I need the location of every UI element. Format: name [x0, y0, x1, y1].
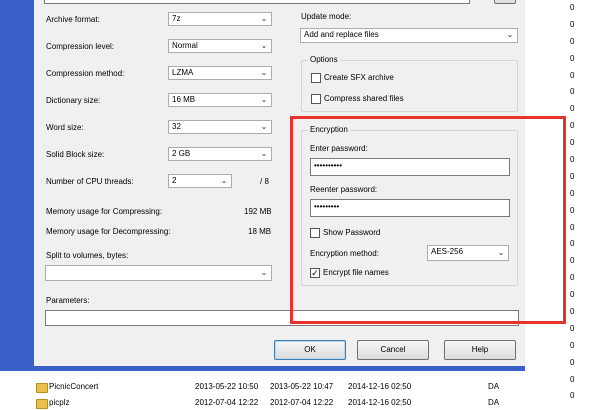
chevron-down-icon: ⌄: [260, 149, 268, 158]
file-modified: 2013-05-22 10:50: [195, 382, 259, 391]
archive-path-field[interactable]: [44, 0, 470, 4]
word-size-select[interactable]: 32 ⌄: [168, 120, 272, 134]
create-sfx-checkbox[interactable]: [311, 73, 321, 83]
size-cell: 0: [570, 70, 575, 80]
size-cell: 0: [570, 188, 575, 198]
size-cell: 0: [570, 104, 575, 114]
chevron-down-icon: ⌄: [260, 268, 268, 277]
solid-block-size-value: 2 GB: [172, 149, 191, 158]
file-name: picplz: [49, 398, 70, 407]
mem-decompress-label: Memory usage for Decompressing:: [46, 227, 171, 236]
size-cell: 0: [570, 391, 575, 401]
word-size-label: Word size:: [46, 123, 84, 132]
mem-decompress-value: 18 MB: [248, 227, 272, 236]
chevron-down-icon: ⌄: [506, 30, 514, 39]
help-button[interactable]: Help: [444, 340, 516, 360]
options-title: Options: [308, 55, 340, 65]
chevron-down-icon: ⌄: [260, 68, 268, 77]
folder-icon: [36, 383, 48, 393]
size-cell: 0: [570, 138, 575, 148]
update-mode-select[interactable]: Add and replace files ⌄: [300, 28, 518, 43]
size-cell: 0: [570, 36, 575, 46]
chevron-down-icon: ⌄: [260, 41, 268, 50]
cpu-threads-label: Number of CPU threads:: [46, 177, 134, 186]
dictionary-size-select[interactable]: 16 MB ⌄: [168, 93, 272, 107]
file-created: 2013-05-22 10:47: [270, 382, 334, 391]
update-mode-value: Add and replace files: [304, 30, 379, 39]
size-cell: 0: [570, 121, 575, 131]
compression-level-select[interactable]: Normal ⌄: [168, 39, 272, 53]
ok-button[interactable]: OK: [274, 340, 346, 360]
chevron-down-icon: ⌄: [260, 122, 268, 131]
size-cell: 0: [570, 374, 575, 384]
chevron-down-icon: ⌄: [220, 176, 228, 185]
file-modified: 2012-07-04 12:22: [195, 398, 259, 407]
compress-shared-checkbox[interactable]: [311, 94, 321, 104]
size-cell: 0: [570, 155, 575, 165]
archive-format-select[interactable]: 7z ⌄: [168, 12, 272, 26]
size-cell: 0: [570, 239, 575, 249]
mem-compress-value: 192 MB: [244, 207, 272, 216]
size-cell: 0: [570, 3, 575, 12]
dictionary-size-value: 16 MB: [172, 95, 196, 104]
encryption-highlight-box: [290, 116, 566, 324]
compression-method-label: Compression method:: [46, 69, 125, 78]
size-cell: 0: [570, 53, 575, 63]
archive-format-label: Archive format:: [46, 15, 100, 24]
cpu-threads-value: 2: [172, 176, 177, 185]
size-column: 0 0 0 0 0 0 0 0 0 0 0 0 0 0 0 0 0 0 0 0 0 0 0 0: [570, 0, 592, 405]
chevron-down-icon: ⌄: [260, 14, 268, 23]
size-cell: 0: [570, 340, 575, 350]
size-cell: 0: [570, 205, 575, 215]
parameters-label: Parameters:: [46, 296, 90, 305]
size-cell: 0: [570, 19, 575, 29]
size-cell: 0: [570, 273, 575, 283]
cpu-threads-select[interactable]: 2 ⌄: [168, 174, 232, 188]
size-cell: 0: [570, 357, 575, 367]
size-cell: 0: [570, 323, 575, 333]
size-cell: 0: [570, 171, 575, 181]
file-attr: DA: [488, 398, 500, 407]
split-volumes-label: Split to volumes, bytes:: [46, 251, 129, 260]
split-volumes-combo[interactable]: ⌄: [45, 265, 272, 281]
size-cell: 0: [570, 222, 575, 232]
folder-icon: [36, 399, 48, 409]
file-attr: DA: [488, 382, 500, 391]
file-row[interactable]: PicnicConcert 2013-05-22 10:50 2013-05-2…: [0, 380, 540, 394]
update-mode-label: Update mode:: [301, 12, 352, 21]
mem-compress-label: Memory usage for Compressing:: [46, 207, 163, 216]
dictionary-size-label: Dictionary size:: [46, 96, 101, 105]
file-name: PicnicConcert: [49, 382, 99, 391]
compression-level-value: Normal: [172, 41, 198, 50]
file-accessed: 2014-12-16 02:50: [348, 398, 412, 407]
archive-format-value: 7z: [172, 14, 181, 23]
size-cell: 0: [570, 256, 575, 266]
compression-method-select[interactable]: LZMA ⌄: [168, 66, 272, 80]
word-size-value: 32: [172, 122, 181, 131]
cpu-threads-max: / 8: [260, 177, 269, 186]
size-cell: 0: [570, 87, 575, 97]
solid-block-size-label: Solid Block size:: [46, 150, 105, 159]
options-group: Options Create SFX archive Compress shar…: [301, 55, 518, 112]
file-created: 2012-07-04 12:22: [270, 398, 334, 407]
compress-shared-label: Compress shared files: [324, 94, 404, 103]
compression-method-value: LZMA: [172, 68, 194, 77]
create-sfx-label: Create SFX archive: [324, 73, 394, 82]
size-cell: 0: [570, 307, 575, 317]
file-accessed: 2014-12-16 02:50: [348, 382, 412, 391]
browse-button[interactable]: [494, 0, 516, 4]
size-cell: 0: [570, 290, 575, 300]
cancel-button[interactable]: Cancel: [357, 340, 429, 360]
chevron-down-icon: ⌄: [260, 95, 268, 104]
compression-level-label: Compression level:: [46, 42, 115, 51]
file-row[interactable]: picplz 2012-07-04 12:22 2012-07-04 12:22…: [0, 396, 540, 410]
solid-block-size-select[interactable]: 2 GB ⌄: [168, 147, 272, 161]
